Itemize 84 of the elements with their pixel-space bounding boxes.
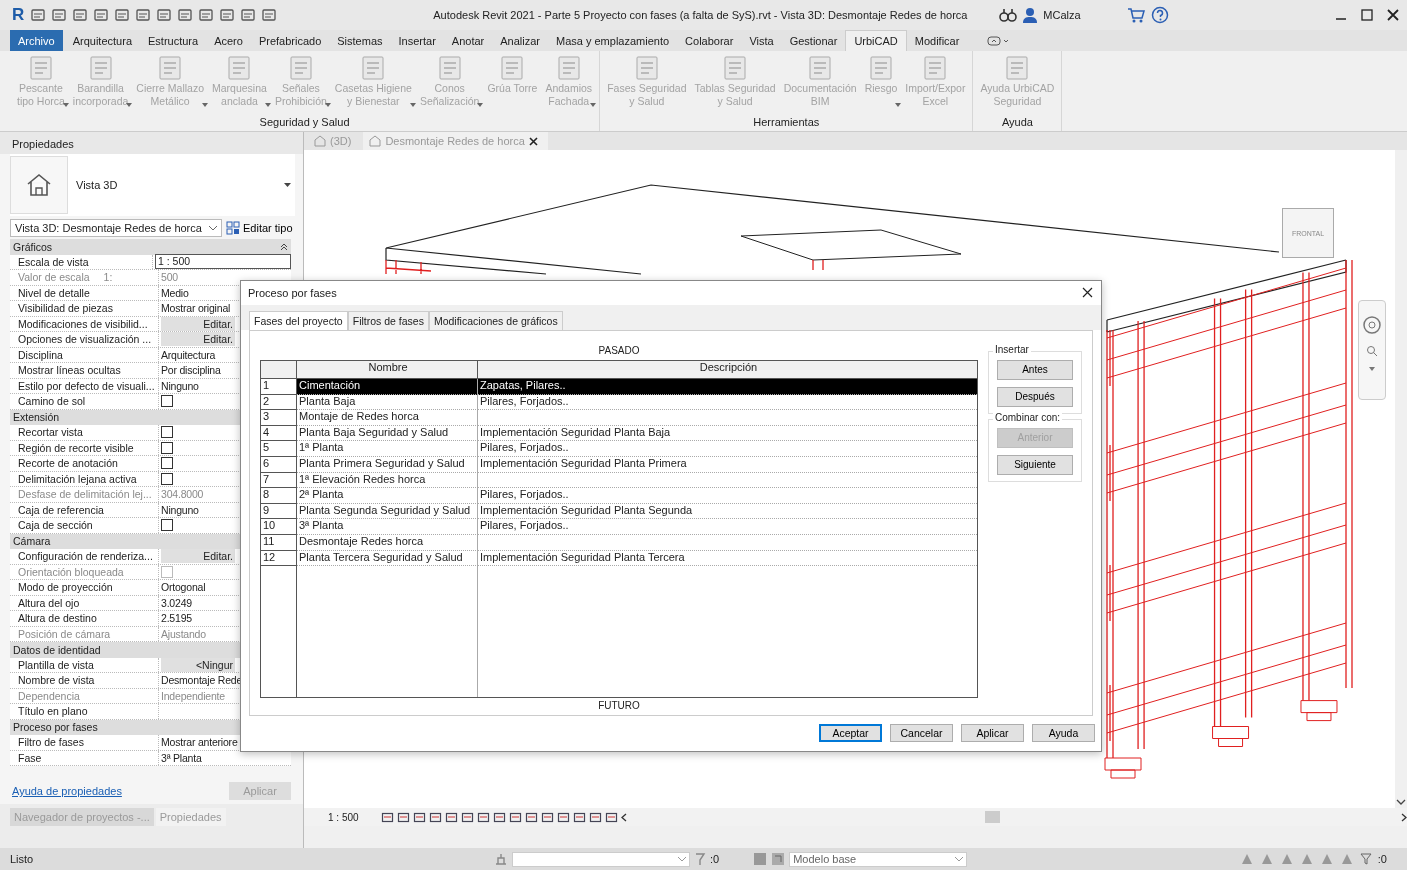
table-cell: Planta Tercera Seguridad y Salud bbox=[297, 550, 478, 567]
row-number: 10 bbox=[261, 519, 297, 535]
property-value: Ninguno bbox=[161, 379, 199, 392]
table-cell: Implementación Seguridad Planta Baja bbox=[478, 425, 977, 442]
column-header: Descripción bbox=[478, 360, 977, 379]
table-cell: 3ª Planta bbox=[297, 519, 478, 535]
property-value: Por disciplina bbox=[161, 364, 221, 377]
property-value: 3ª Planta bbox=[161, 751, 202, 764]
property-label: Estilo por defecto de visuali... bbox=[10, 378, 159, 393]
property-label: Plantilla de vista bbox=[10, 657, 159, 672]
group-legend: Combinar con: bbox=[993, 411, 1063, 423]
property-label: Recortar vista bbox=[10, 425, 159, 440]
property-value: Ortogonal bbox=[161, 581, 206, 594]
property-label: Mostrar líneas ocultas bbox=[10, 363, 159, 378]
table-cell: Desmontaje Redes horca bbox=[297, 534, 478, 551]
panel-title: Propiedades bbox=[0, 132, 303, 154]
property-label: Caja de referencia bbox=[10, 502, 159, 517]
property-label: Filtro de fases bbox=[10, 735, 159, 750]
property-label: Título en plano bbox=[10, 704, 159, 719]
past-label: PASADO bbox=[598, 343, 640, 358]
property-label: Orientación bloqueada bbox=[10, 564, 159, 579]
property-value: Arquitectura bbox=[161, 348, 216, 361]
status-text: Listo bbox=[10, 853, 35, 865]
property-value: Ajustando bbox=[161, 627, 206, 640]
table-cell: Planta Primera Seguridad y Salud bbox=[297, 456, 478, 473]
property-value: 3.0249 bbox=[161, 596, 192, 609]
property-label: Nivel de detalle bbox=[10, 285, 159, 300]
table-cell: Planta Baja bbox=[297, 394, 478, 411]
property-value: Mostrar original bbox=[161, 302, 231, 315]
ribbon-group-title: Seguridad y Salud bbox=[258, 116, 351, 130]
table-cell: Planta Segunda Seguridad y Salud bbox=[297, 503, 478, 520]
property-label: Visibilidad de piezas bbox=[10, 301, 159, 316]
table-cell: Pilares, Forjados.. bbox=[478, 394, 977, 411]
property-label: Altura de destino bbox=[10, 611, 159, 626]
property-value: Independiente bbox=[161, 689, 225, 702]
dialog-title: Proceso por fases bbox=[248, 287, 337, 299]
property-label: Desfase de delimitación lej... bbox=[10, 487, 159, 502]
property-value: Mostrar anteriore bbox=[161, 736, 238, 749]
window-title: Autodesk Revit 2021 - Parte 5 Proyecto con fases (a falta de SyS).rvt - Vista 3D: Desmontaje Redes de horca bbox=[433, 9, 969, 21]
table-cell: 1ª Elevación Redes horca bbox=[297, 472, 478, 489]
table-cell: 2ª Planta bbox=[297, 488, 478, 504]
property-label: Opciones de visualización ... bbox=[10, 332, 159, 347]
property-label: Disciplina bbox=[10, 347, 159, 362]
table-cell: Implementación Seguridad Planta Tercera bbox=[478, 550, 977, 567]
status-count: :0 bbox=[1377, 853, 1387, 865]
property-label: Delimitación lejana activa bbox=[10, 471, 159, 486]
row-number: 5 bbox=[261, 441, 297, 457]
row-number: 8 bbox=[261, 488, 297, 504]
property-label: Modo de proyección bbox=[10, 580, 159, 595]
property-label: Valor de escala 1: bbox=[10, 270, 159, 285]
property-label: Región de recorte visible bbox=[10, 440, 159, 455]
property-label: Posición de cámara bbox=[10, 626, 159, 641]
table-cell: 1ª Planta bbox=[297, 441, 478, 457]
row-number: 3 bbox=[261, 410, 297, 426]
status-count: :0 bbox=[710, 853, 720, 865]
app-logo: R bbox=[12, 5, 25, 25]
property-label: Escala de vista bbox=[10, 254, 153, 269]
property-value: 304.8000 bbox=[161, 488, 204, 501]
property-label: Caja de sección bbox=[10, 518, 159, 533]
property-label: Recorte de anotación bbox=[10, 456, 159, 471]
group-legend: Insertar bbox=[993, 343, 1031, 355]
property-value: 2.5195 bbox=[161, 612, 192, 625]
future-label: FUTURO bbox=[598, 698, 640, 713]
property-value: 500 bbox=[161, 271, 178, 284]
property-label: Configuración de renderiza... bbox=[10, 549, 159, 564]
table-cell: Implementación Seguridad Planta Primera bbox=[478, 456, 977, 473]
column-header: Nombre bbox=[297, 360, 478, 379]
property-value: Ninguno bbox=[161, 503, 199, 516]
table-cell: Pilares, Forjados.. bbox=[478, 519, 977, 535]
property-label: Fase bbox=[10, 750, 159, 765]
property-label: Modificaciones de visibilid... bbox=[10, 316, 159, 331]
ribbon-group-title: Ayuda bbox=[1000, 116, 1034, 130]
property-label: Camino de sol bbox=[10, 394, 159, 409]
table-cell: Pilares, Forjados.. bbox=[478, 441, 977, 457]
table-cell: Planta Baja Seguridad y Salud bbox=[297, 425, 478, 442]
property-label: Nombre de vista bbox=[10, 673, 159, 688]
table-cell: Pilares, Forjados.. bbox=[478, 488, 977, 504]
type-name: Vista 3D bbox=[76, 179, 119, 191]
property-label: Altura del ojo bbox=[10, 595, 159, 610]
ribbon-group-title: Herramientas bbox=[752, 116, 821, 130]
table-cell: Implementación Seguridad Planta Segunda bbox=[478, 503, 977, 520]
table-cell: Montaje de Redes horca bbox=[297, 410, 478, 426]
property-value: Medio bbox=[161, 286, 189, 299]
property-label: Dependencia bbox=[10, 688, 159, 703]
